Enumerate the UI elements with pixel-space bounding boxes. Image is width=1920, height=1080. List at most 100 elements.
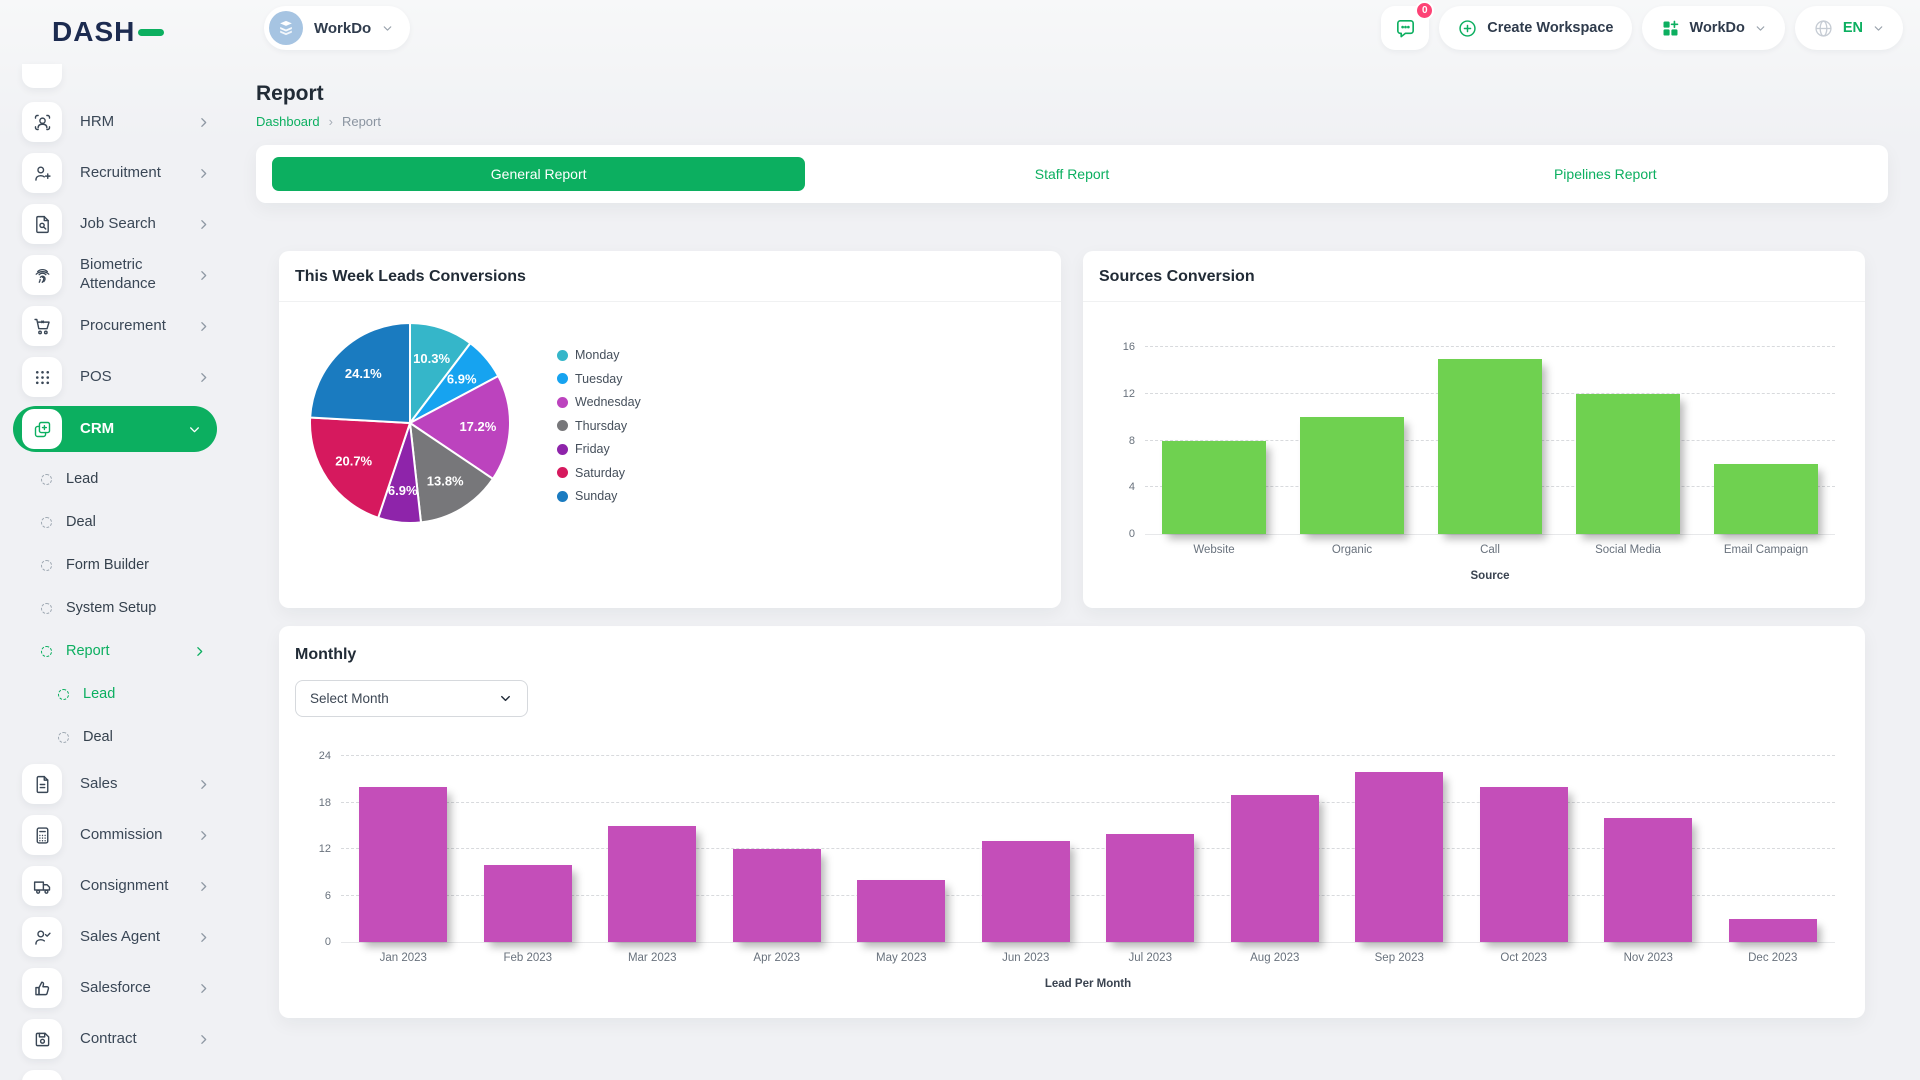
sidebar-nav: HRM Recruitment Job Search Biometric Attend… [0, 0, 230, 1080]
sidebar-item-consignment[interactable]: Consignment [0, 864, 230, 908]
sources-bar-organic [1300, 417, 1404, 534]
contract-icon [22, 1019, 62, 1059]
legend-label: Tuesday [575, 372, 622, 386]
legend-dot [557, 420, 568, 431]
language-code: EN [1843, 20, 1863, 36]
monthly-title: Monthly [279, 626, 1865, 664]
pos-icon [22, 357, 62, 397]
chevron-right-icon [197, 829, 210, 842]
y-tick-label: 18 [295, 797, 331, 809]
weekly-leads-chart: 10.3%6.9%17.2%13.8%6.9%20.7%24.1% Monday… [279, 302, 1061, 595]
chevron-down-icon [498, 691, 513, 706]
sidebar-item-hrm[interactable]: HRM [0, 100, 230, 144]
gridline [341, 755, 1835, 756]
circle-icon [41, 474, 52, 485]
chevron-down-icon [1872, 22, 1885, 35]
legend-label: Sunday [575, 489, 617, 503]
report-tabbar: General Report Staff Report Pipelines Re… [256, 145, 1888, 203]
sidebar-item-recruitment[interactable]: Recruitment [0, 151, 230, 195]
circle-icon [58, 689, 69, 700]
sidebar-item-report[interactable]: Report [0, 633, 230, 669]
main-content: Report Dashboard › Report General Report… [230, 56, 1920, 1042]
sidebar-item-indiamart[interactable]: Indiamart [0, 1068, 230, 1080]
sidebar-item-label: POS [80, 368, 112, 387]
circle-icon [58, 732, 69, 743]
create-workspace-label: Create Workspace [1487, 20, 1613, 36]
chevron-down-icon [1754, 22, 1767, 35]
legend-item-wednesday[interactable]: Wednesday [557, 395, 641, 409]
legend-item-friday[interactable]: Friday [557, 442, 641, 456]
sidebar-item-commission[interactable]: Commission [0, 813, 230, 857]
sidebar-item-pos[interactable]: POS [0, 355, 230, 399]
chevron-down-icon [381, 22, 394, 35]
x-tick-label: Mar 2023 [590, 952, 715, 964]
sidebar: DASH HRM Recruitment Job Search Biometric A… [0, 0, 230, 1080]
sidebar-item-job-search[interactable]: Job Search [0, 202, 230, 246]
sidebar-item-label: Form Builder [66, 557, 149, 573]
sidebar-item-deal[interactable]: Deal [0, 719, 230, 755]
sidebar-item-sales[interactable]: Sales [0, 762, 230, 806]
sidebar-item-label: System Setup [66, 600, 156, 616]
sidebar-item-salesforce[interactable]: Salesforce [0, 966, 230, 1010]
sidebar-item-biometric-attendance[interactable]: Biometric Attendance [0, 253, 230, 297]
legend-item-saturday[interactable]: Saturday [557, 466, 641, 480]
apps-menu-button[interactable]: WorkDo [1642, 6, 1785, 50]
y-tick-label: 4 [1099, 481, 1135, 493]
sidebar-item-sales-agent[interactable]: Sales Agent [0, 915, 230, 959]
sidebar-item-label: Contract [80, 1030, 137, 1049]
breadcrumb-dashboard-link[interactable]: Dashboard [256, 114, 320, 129]
procurement-icon [22, 306, 62, 346]
messages-button[interactable]: 0 [1381, 6, 1429, 50]
chevron-right-icon [197, 778, 210, 791]
x-tick-label: Jun 2023 [964, 952, 1089, 964]
workspace-switcher[interactable]: WorkDo [264, 6, 410, 50]
sidebar-item-lead[interactable]: Lead [0, 461, 230, 497]
sources-bar-call [1438, 359, 1542, 534]
tab-general-report[interactable]: General Report [272, 157, 805, 191]
legend-label: Monday [575, 348, 619, 362]
x-tick-label: Call [1421, 544, 1559, 556]
x-tick-label: Aug 2023 [1213, 952, 1338, 964]
breadcrumb-current: Report [342, 114, 381, 129]
legend-item-sunday[interactable]: Sunday [557, 489, 641, 503]
month-select[interactable]: Select Month [295, 680, 528, 717]
pie-slice-value: 20.7% [335, 454, 372, 469]
create-workspace-button[interactable]: Create Workspace [1439, 6, 1631, 50]
apps-menu-label: WorkDo [1690, 20, 1745, 36]
tab-pipelines-report[interactable]: Pipelines Report [1339, 157, 1872, 191]
page-title: Report [256, 82, 1888, 106]
monthly-bars [341, 757, 1835, 942]
sidebar-item-deal[interactable]: Deal [0, 504, 230, 540]
salesforce-icon [22, 968, 62, 1008]
monthly-bar-nov-2023 [1604, 818, 1692, 942]
pie-slice-value: 24.1% [345, 366, 382, 381]
sidebar-item-contract[interactable]: Contract [0, 1017, 230, 1061]
sources-x-axis-title: Source [1131, 570, 1849, 582]
topbar-actions: 0 Create Workspace WorkDo EN [1381, 6, 1903, 50]
chevron-right-icon [197, 1033, 210, 1046]
pie-slice-value: 10.3% [413, 351, 450, 366]
hrm-icon [22, 102, 62, 142]
breadcrumb-separator: › [329, 114, 333, 129]
sources-bar-website [1162, 441, 1266, 535]
sidebar-item-label: Lead [66, 471, 98, 487]
legend-item-monday[interactable]: Monday [557, 348, 641, 362]
sidebar-item-lead[interactable]: Lead [0, 676, 230, 712]
legend-item-tuesday[interactable]: Tuesday [557, 372, 641, 386]
legend-dot [557, 444, 568, 455]
sidebar-item-system-setup[interactable]: System Setup [0, 590, 230, 626]
circle-icon [41, 517, 52, 528]
language-selector[interactable]: EN [1795, 6, 1903, 50]
sidebar-item-label: Sales Agent [80, 928, 160, 947]
app-logo[interactable]: DASH [52, 16, 164, 48]
sidebar-item-label: CRM [80, 420, 114, 439]
sidebar-item-form-builder[interactable]: Form Builder [0, 547, 230, 583]
sources-conversion-card: Sources Conversion 0481216WebsiteOrganic… [1083, 251, 1865, 608]
legend-item-thursday[interactable]: Thursday [557, 419, 641, 433]
tab-staff-report[interactable]: Staff Report [805, 157, 1338, 191]
chevron-right-icon [197, 320, 210, 333]
pie-legend: Monday Tuesday Wednesday Thursday Friday Satu… [557, 348, 641, 595]
sidebar-item-crm[interactable]: CRM [13, 406, 217, 452]
weekly-leads-title: This Week Leads Conversions [279, 251, 1061, 302]
sidebar-item-procurement[interactable]: Procurement [0, 304, 230, 348]
